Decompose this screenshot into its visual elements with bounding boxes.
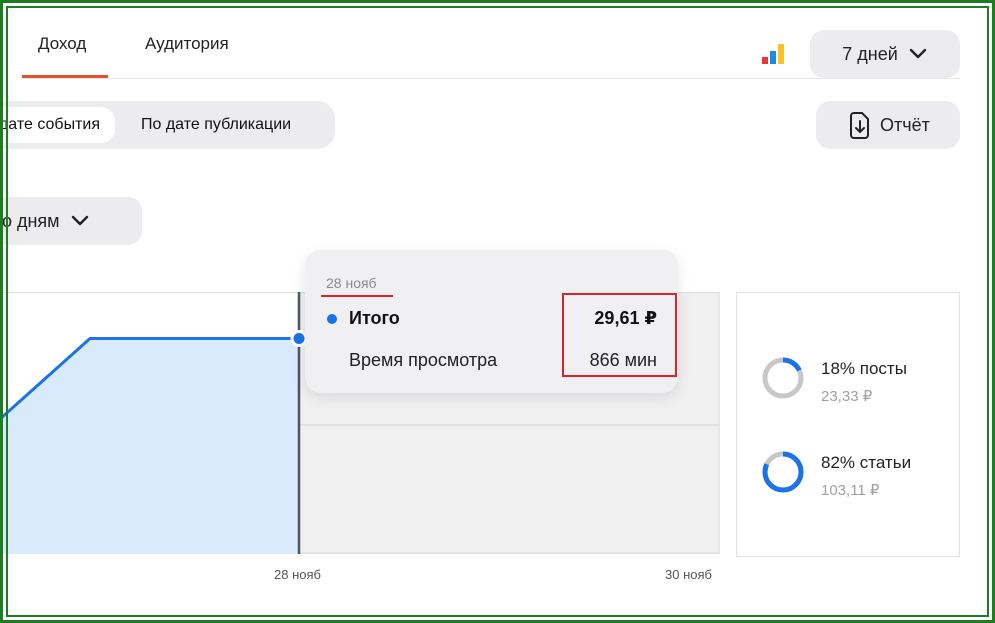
chevron-down-icon <box>909 48 926 59</box>
series-area-fill <box>0 338 299 554</box>
tab-income[interactable]: Доход <box>38 34 86 54</box>
breakdown-panel: 18% посты 23,33 ₽ 82% статьи 103,11 ₽ <box>736 292 960 557</box>
annotation-underline <box>321 295 393 297</box>
grouping-label: По дням <box>0 210 60 231</box>
x-tick-label: 28 нояб <box>274 567 321 582</box>
annotation-highlight-box <box>562 293 677 377</box>
x-tick-label: 30 нояб <box>665 567 712 582</box>
articles-share-donut <box>762 451 804 493</box>
tooltip-date: 28 нояб <box>326 275 377 291</box>
report-label: Отчёт <box>880 114 930 135</box>
segment-publication-date[interactable]: По дате публикации <box>141 101 291 149</box>
date-mode-segmented-control: По дате события По дате публикации <box>0 101 335 149</box>
tooltip-total-label: Итого <box>349 308 400 328</box>
period-label: 7 дней <box>842 43 898 64</box>
posts-share-donut <box>762 357 804 399</box>
hover-data-point[interactable] <box>290 330 308 348</box>
segment-event-date[interactable]: По дате события <box>0 107 115 143</box>
posts-share-label: 18% посты <box>821 359 907 378</box>
tab-audience[interactable]: Аудитория <box>145 34 229 54</box>
articles-share-label: 82% статьи <box>821 453 912 472</box>
tabs-divider <box>22 78 960 79</box>
chevron-down-icon <box>71 215 88 226</box>
segment-publication-date-label: По дате публикации <box>141 116 292 133</box>
grouping-dropdown[interactable]: По дням <box>0 197 142 245</box>
download-document-icon <box>850 112 870 139</box>
articles-share-value: 103,11 ₽ <box>821 482 880 499</box>
tooltip-watch-time-label: Время просмотра <box>349 350 498 370</box>
period-dropdown[interactable]: 7 дней <box>810 30 960 78</box>
series-dot-icon <box>327 314 337 324</box>
report-button[interactable]: Отчёт <box>816 101 960 149</box>
segment-event-date-label: По дате события <box>0 116 100 133</box>
chart-tooltip: 28 нояб Итого 29,61 ₽ Время просмотра 86… <box>305 250 678 393</box>
bar-chart-icon <box>762 44 784 64</box>
posts-share-value: 23,33 ₽ <box>821 388 873 405</box>
